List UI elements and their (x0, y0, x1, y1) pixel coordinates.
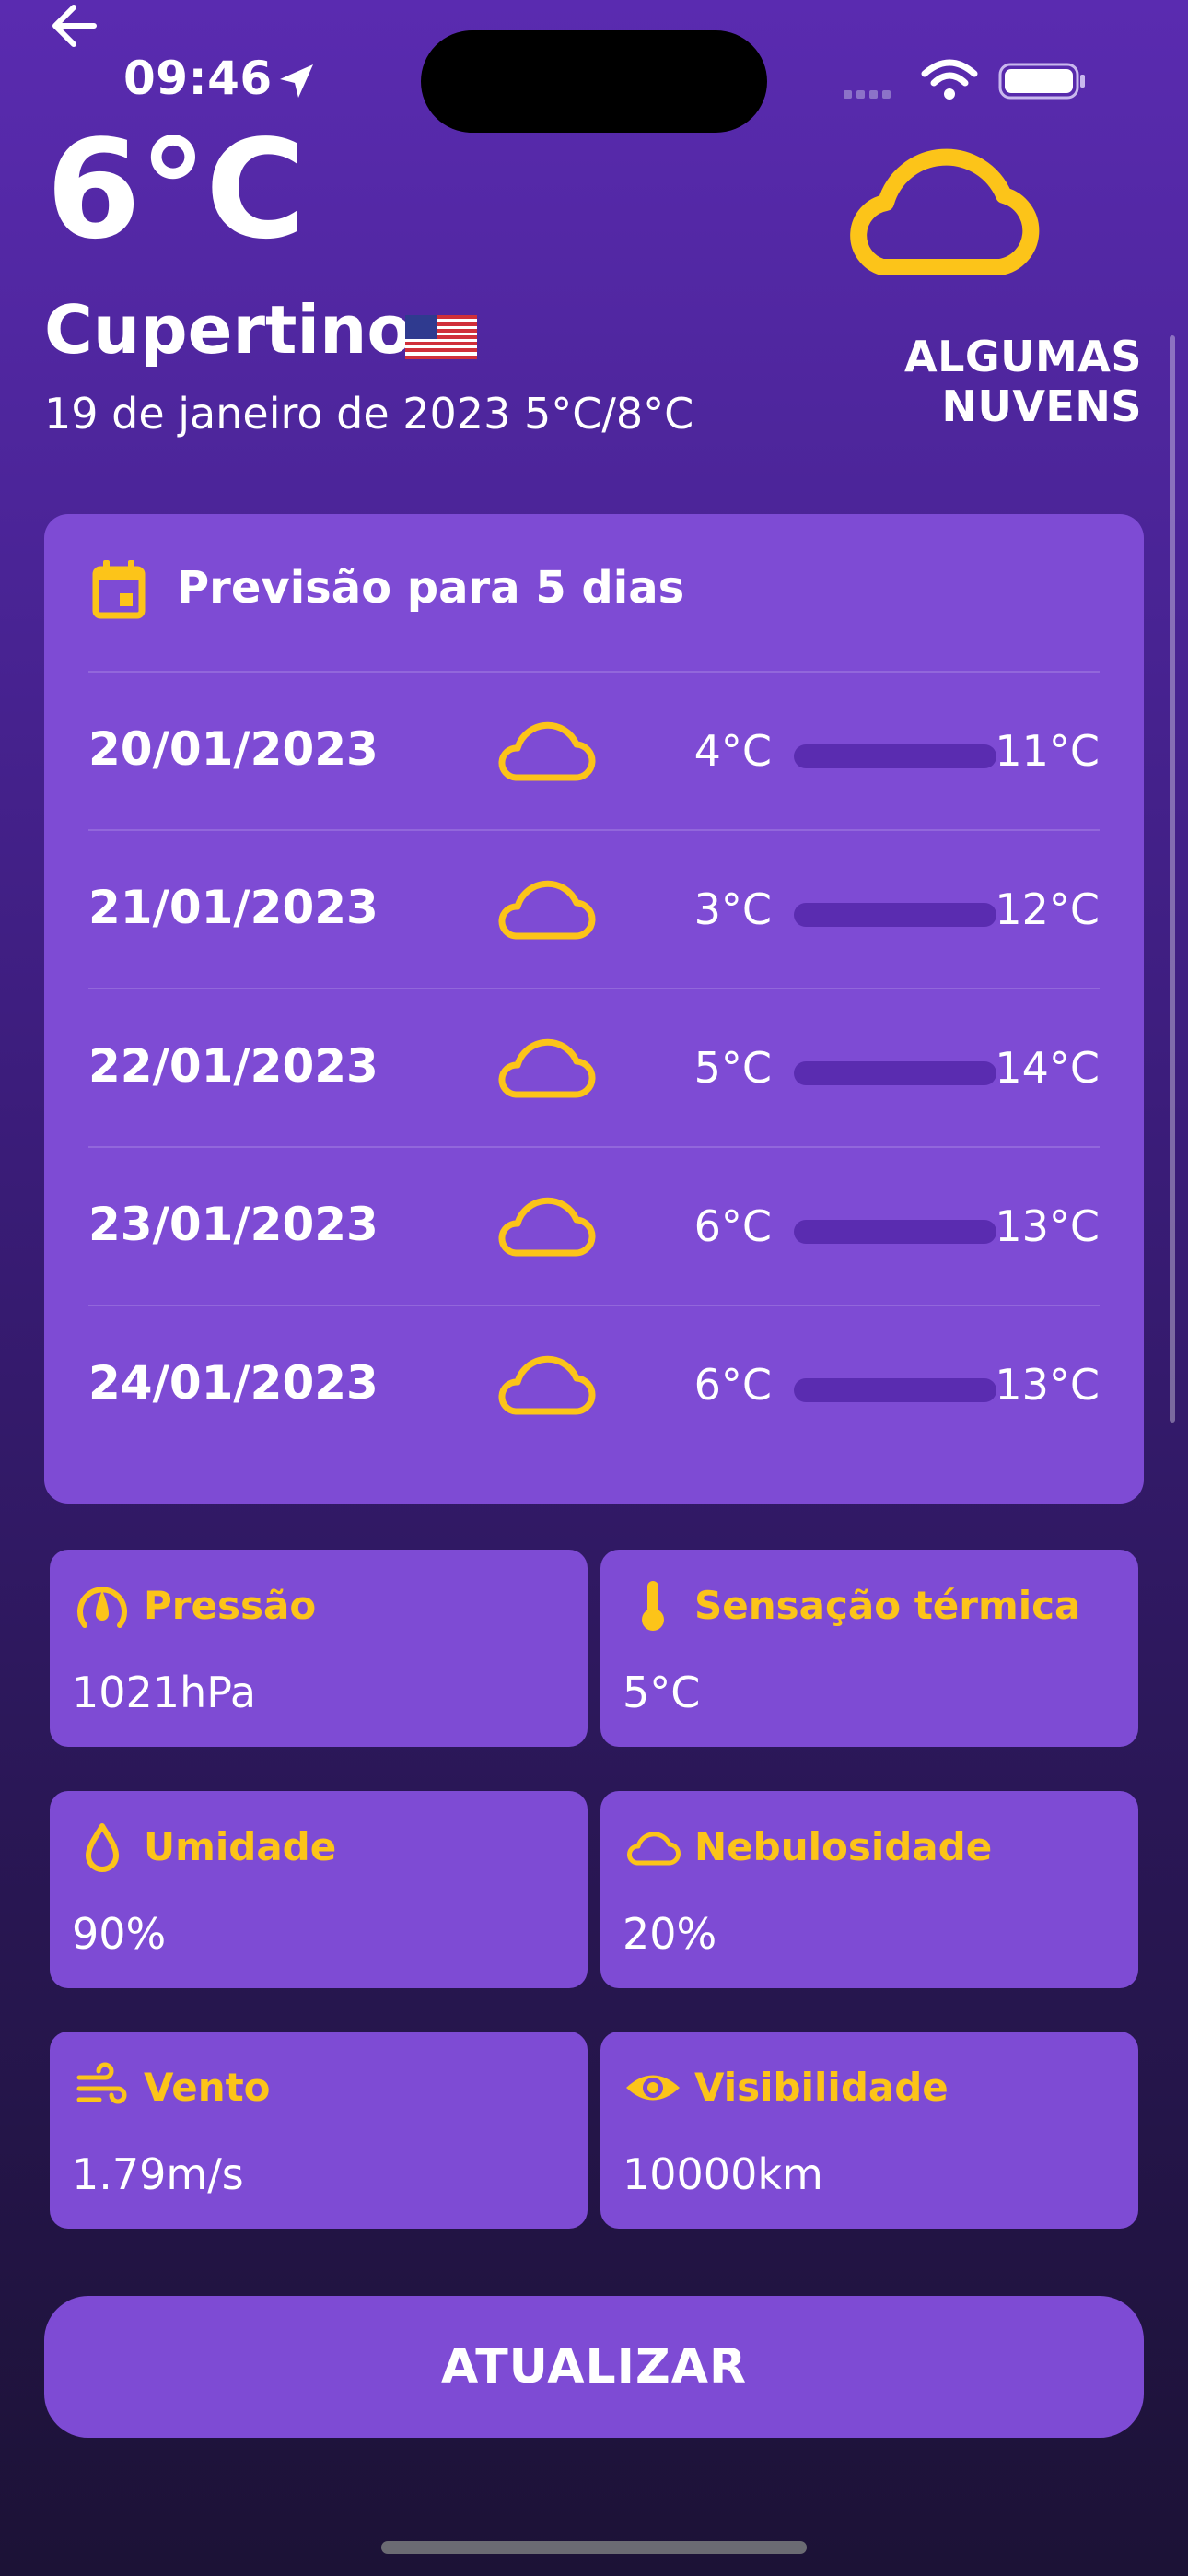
temperature-range-bar (794, 1378, 996, 1402)
pressure-value: 1021hPa (72, 1668, 257, 1717)
forecast-card: Previsão para 5 dias 20/01/2023 4°C 11°C… (44, 514, 1144, 1504)
gauge-icon (77, 1587, 127, 1628)
feels-like-tile: Sensação térmica 5°C (600, 1550, 1138, 1747)
forecast-min: 6°C (693, 1360, 772, 1410)
forecast-row: 23/01/2023 6°C 13°C (88, 1146, 1100, 1305)
forecast-min: 3°C (693, 884, 772, 934)
forecast-max: 14°C (995, 1043, 1100, 1093)
current-temperature: 6°C (46, 111, 306, 269)
forecast-min: 4°C (693, 726, 772, 776)
forecast-row: 21/01/2023 3°C 12°C (88, 829, 1100, 988)
forecast-row: 20/01/2023 4°C 11°C (88, 671, 1100, 829)
cloudiness-label: Nebulosidade (694, 1824, 993, 1869)
forecast-date: 21/01/2023 (88, 881, 379, 934)
forecast-max: 13°C (995, 1201, 1100, 1251)
cloud-icon (498, 1197, 596, 1257)
cloud-icon (850, 148, 1040, 275)
cellular-signal-icon (844, 85, 895, 102)
forecast-row: 22/01/2023 5°C 14°C (88, 988, 1100, 1146)
thermometer-icon (642, 1581, 664, 1631)
pressure-tile: Pressão 1021hPa (50, 1550, 588, 1747)
us-flag-icon (405, 315, 477, 359)
dynamic-island (421, 30, 767, 133)
temperature-range-bar (794, 903, 996, 927)
status-time: 09:46 (123, 52, 273, 105)
location-arrow-icon (280, 64, 313, 98)
cloud-icon (498, 1038, 596, 1098)
cloud-icon (498, 721, 596, 781)
forecast-min: 5°C (693, 1043, 772, 1093)
feels-like-label: Sensação térmica (694, 1583, 1081, 1628)
forecast-title: Previsão para 5 dias (177, 562, 685, 614)
forecast-date: 23/01/2023 (88, 1198, 379, 1251)
feels-like-value: 5°C (623, 1668, 701, 1717)
drop-icon (86, 1823, 119, 1872)
visibility-tile: Visibilidade 10000km (600, 2032, 1138, 2229)
forecast-max: 12°C (995, 884, 1100, 934)
cloud-icon (498, 1355, 596, 1415)
humidity-value: 90% (72, 1909, 167, 1959)
current-date-range: 19 de janeiro de 2023 5°C/8°C (44, 389, 694, 439)
pressure-label: Pressão (144, 1583, 317, 1628)
temperature-range-bar (794, 1220, 996, 1244)
wind-tile: Vento 1.79m/s (50, 2032, 588, 2229)
visibility-value: 10000km (623, 2149, 823, 2199)
back-arrow-icon[interactable] (48, 0, 107, 52)
forecast-date: 20/01/2023 (88, 722, 379, 776)
wind-label: Vento (144, 2065, 271, 2110)
cloud-icon (498, 880, 596, 940)
eye-icon (626, 2075, 680, 2101)
humidity-tile: Umidade 90% (50, 1791, 588, 1988)
home-indicator[interactable] (381, 2541, 807, 2554)
cloudiness-tile: Nebulosidade 20% (600, 1791, 1138, 1988)
cloudiness-value: 20% (623, 1909, 717, 1959)
temperature-range-bar (794, 1061, 996, 1085)
city-name: Cupertino (44, 291, 413, 369)
battery-icon (998, 63, 1085, 100)
humidity-label: Umidade (144, 1824, 337, 1869)
forecast-min: 6°C (693, 1201, 772, 1251)
weather-condition: ALGUMAS NUVENS (903, 332, 1142, 431)
forecast-date: 24/01/2023 (88, 1356, 379, 1410)
forecast-date: 22/01/2023 (88, 1039, 379, 1093)
wind-value: 1.79m/s (72, 2149, 244, 2199)
wifi-icon (921, 59, 978, 100)
update-button[interactable]: ATUALIZAR (44, 2296, 1144, 2438)
wind-icon (76, 2062, 127, 2104)
visibility-label: Visibilidade (694, 2065, 949, 2110)
forecast-row: 24/01/2023 6°C 13°C (88, 1305, 1100, 1463)
forecast-max: 13°C (995, 1360, 1100, 1410)
temperature-range-bar (794, 744, 996, 768)
scrollbar[interactable] (1170, 335, 1175, 1423)
forecast-max: 11°C (995, 726, 1100, 776)
cloud-icon (627, 1832, 681, 1866)
calendar-icon (92, 560, 146, 619)
